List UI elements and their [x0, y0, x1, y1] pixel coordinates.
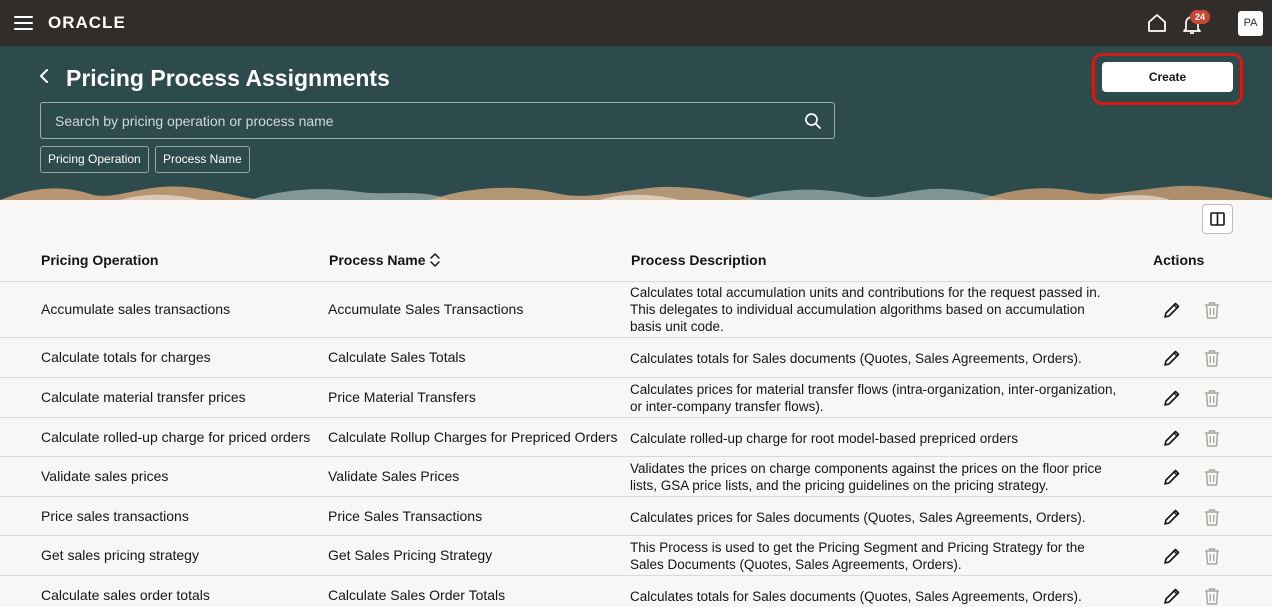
delete-button[interactable] [1203, 467, 1221, 487]
cell-process-description: Calculates prices for Sales documents (Q… [630, 510, 1086, 525]
edit-button[interactable] [1162, 467, 1182, 487]
edit-button[interactable] [1162, 586, 1182, 606]
delete-button[interactable] [1203, 388, 1221, 408]
cell-process-name: Get Sales Pricing Strategy [328, 547, 493, 563]
cell-process-name: Accumulate Sales Transactions [328, 301, 524, 317]
top-navigation-bar: ORACLE 24 PA [0, 0, 1272, 46]
delete-button[interactable] [1203, 428, 1221, 448]
table-row: Calculate rolled-up charge for priced or… [0, 417, 1272, 456]
delete-button[interactable] [1203, 507, 1221, 527]
pencil-icon [1164, 588, 1180, 604]
pencil-icon [1164, 390, 1180, 406]
back-chevron-icon[interactable] [36, 67, 54, 85]
page-header: Pricing Process Assignments Search by pr… [0, 46, 1272, 200]
cell-pricing-operation: Calculate sales order totals [41, 587, 210, 603]
edit-button[interactable] [1162, 507, 1182, 527]
search-icon[interactable] [804, 112, 822, 130]
trash-icon [1205, 390, 1219, 407]
pencil-icon [1164, 302, 1180, 318]
notification-count-badge: 24 [1190, 10, 1210, 24]
sort-icon[interactable] [429, 252, 441, 268]
cell-pricing-operation: Price sales transactions [41, 508, 189, 524]
pencil-icon [1164, 430, 1180, 446]
table-row: Calculate material transfer prices Price … [0, 377, 1272, 417]
edit-button[interactable] [1162, 300, 1182, 320]
trash-icon [1205, 302, 1219, 319]
cell-process-name: Price Material Transfers [328, 389, 476, 405]
table-row: Price sales transactions Price Sales Tran… [0, 496, 1272, 535]
cell-process-name: Validate Sales Prices [328, 468, 460, 484]
delete-button[interactable] [1203, 300, 1221, 320]
edit-button[interactable] [1162, 428, 1182, 448]
cell-process-name: Calculate Sales Order Totals [328, 587, 506, 603]
trash-icon [1205, 469, 1219, 486]
cell-pricing-operation: Calculate rolled-up charge for priced or… [41, 429, 311, 445]
split-panel-icon [1210, 212, 1225, 226]
cell-process-description: Calculate rolled-up charge for root mode… [630, 431, 1018, 446]
create-button[interactable]: Create [1102, 62, 1233, 92]
table-row: Calculate sales order totals Calculate Sa… [0, 575, 1272, 607]
cell-pricing-operation: Get sales pricing strategy [41, 547, 199, 563]
table-row: Accumulate sales transactions Accumulate … [0, 281, 1272, 337]
edit-button[interactable] [1162, 388, 1182, 408]
filter-chip-pricing-operation[interactable]: Pricing Operation [40, 146, 149, 173]
cell-process-description: This Process is used to get the Pricing … [630, 540, 1085, 572]
edit-button[interactable] [1162, 348, 1182, 368]
cell-pricing-operation: Calculate material transfer prices [41, 389, 246, 405]
column-header-process-name[interactable]: Process Name [329, 252, 426, 269]
cell-process-name: Price Sales Transactions [328, 508, 483, 524]
edit-button[interactable] [1162, 546, 1182, 566]
assignments-table: Pricing Operation Process Name Process D… [0, 200, 1272, 607]
trash-icon [1205, 588, 1219, 605]
cell-pricing-operation: Calculate totals for charges [41, 349, 211, 365]
cell-process-name: Calculate Rollup Charges for Prepriced O… [328, 429, 618, 445]
search-placeholder: Search by pricing operation or process n… [55, 113, 334, 129]
trash-icon [1205, 350, 1219, 367]
delete-button[interactable] [1203, 586, 1221, 606]
pencil-icon [1164, 548, 1180, 564]
column-header-pricing-operation: Pricing Operation [41, 252, 159, 268]
cell-process-description: Validates the prices on charge component… [630, 461, 1102, 493]
search-input[interactable]: Search by pricing operation or process n… [40, 102, 835, 139]
cell-process-description: Calculates totals for Sales documents (Q… [630, 589, 1082, 604]
table-row: Calculate totals for charges Calculate Sa… [0, 337, 1272, 377]
oracle-logo[interactable]: ORACLE [48, 14, 126, 32]
page-title: Pricing Process Assignments [66, 65, 390, 91]
delete-button[interactable] [1203, 348, 1221, 368]
filter-chip-process-name[interactable]: Process Name [155, 146, 250, 173]
trash-icon [1205, 509, 1219, 526]
table-row: Validate sales prices Validate Sales Pric… [0, 456, 1272, 496]
user-avatar[interactable]: PA [1238, 11, 1263, 36]
cell-pricing-operation: Accumulate sales transactions [41, 301, 231, 317]
cell-pricing-operation: Validate sales prices [41, 468, 169, 484]
column-header-process-description: Process Description [631, 252, 767, 268]
table-row: Get sales pricing strategy Get Sales Pric… [0, 535, 1272, 575]
pencil-icon [1164, 469, 1180, 485]
pencil-icon [1164, 350, 1180, 366]
pencil-icon [1164, 509, 1180, 525]
header-decorative-pattern [0, 184, 1272, 200]
trash-icon [1205, 548, 1219, 565]
cell-process-description: Calculates totals for Sales documents (Q… [630, 351, 1082, 366]
cell-process-description: Calculates total accumulation units and … [630, 285, 1101, 334]
home-icon[interactable] [1146, 12, 1168, 34]
menu-icon[interactable] [14, 15, 34, 31]
trash-icon [1205, 430, 1219, 447]
cell-process-description: Calculates prices for material transfer … [630, 382, 1117, 414]
delete-button[interactable] [1203, 546, 1221, 566]
column-header-actions: Actions [1153, 252, 1205, 268]
cell-process-name: Calculate Sales Totals [328, 349, 466, 365]
column-layout-button[interactable] [1202, 204, 1233, 234]
